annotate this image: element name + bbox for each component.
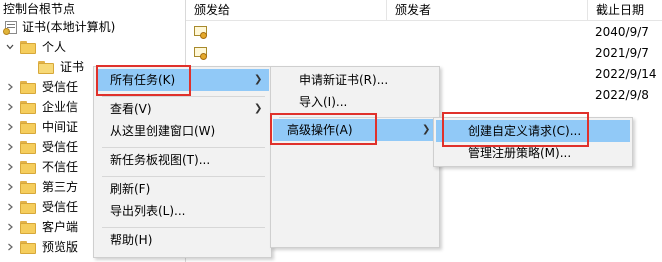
- expiration-date: 2040/9/7: [595, 25, 649, 39]
- tree-item-certificates-label: 证书: [60, 60, 85, 74]
- menu-separator: [102, 176, 265, 177]
- table-row[interactable]: 2021/9/7: [186, 43, 662, 64]
- folder-icon: [20, 41, 36, 54]
- folder-icon: [20, 161, 36, 174]
- expiration-date: 2022/9/14: [595, 67, 657, 81]
- menu-item-create-custom-request[interactable]: 创建自定义请求(C)...: [436, 120, 630, 142]
- submenu-arrow-icon: ❯: [254, 103, 263, 114]
- menu-item-label: 高级操作(A): [287, 123, 353, 137]
- menu-item-label: 创建自定义请求(C)...: [468, 124, 582, 138]
- menu-separator: [102, 147, 265, 148]
- menu-item-import[interactable]: 导入(I)...: [273, 91, 437, 113]
- menu-item-export-list[interactable]: 导出列表(L)...: [96, 200, 269, 222]
- chevron-right-icon[interactable]: [6, 223, 14, 231]
- all-tasks-submenu: 申请新证书(R)... 导入(I)... 高级操作(A) ❯: [270, 66, 440, 248]
- chevron-right-icon[interactable]: [6, 103, 14, 111]
- menu-item-manage-enrollment-policies[interactable]: 管理注册策略(M)...: [436, 142, 630, 164]
- list-header: 颁发给 颁发者 截止日期: [186, 0, 662, 21]
- chevron-right-icon[interactable]: [6, 83, 14, 91]
- submenu-arrow-icon: ❯: [422, 124, 431, 135]
- tree-item-store-label: 受信任: [42, 140, 79, 154]
- expiration-date: 2021/9/7: [595, 46, 649, 60]
- menu-item-label: 申请新证书(R)...: [299, 73, 389, 87]
- folder-icon: [20, 81, 36, 94]
- tree-item-store-label: 受信任: [42, 80, 79, 94]
- menu-item-label: 所有任务(K): [110, 73, 176, 87]
- menu-item-label: 新任务板视图(T)...: [110, 153, 211, 167]
- advanced-operations-submenu: 创建自定义请求(C)... 管理注册策略(M)...: [433, 117, 633, 167]
- chevron-right-icon[interactable]: [6, 123, 14, 131]
- tree-item-personal[interactable]: 个人: [0, 38, 185, 57]
- menu-item-advanced-operations[interactable]: 高级操作(A) ❯: [273, 119, 437, 141]
- menu-separator: [102, 227, 265, 228]
- table-row[interactable]: 2040/9/7: [186, 22, 662, 43]
- chevron-right-icon[interactable]: [6, 203, 14, 211]
- menu-item-label: 刷新(F): [110, 182, 151, 196]
- chevron-right-icon[interactable]: [6, 143, 14, 151]
- menu-item-label: 查看(V): [110, 102, 152, 116]
- context-menu: 所有任务(K) ❯ 查看(V) ❯ 从这里创建窗口(W) 新任务板视图(T)..…: [93, 66, 272, 258]
- tree-item-store-label: 客户端: [42, 220, 79, 234]
- menu-item-refresh[interactable]: 刷新(F): [96, 178, 269, 200]
- folder-icon: [20, 241, 36, 254]
- column-header-expiration[interactable]: 截止日期: [588, 0, 662, 21]
- menu-item-label: 从这里创建窗口(W): [110, 124, 216, 138]
- menu-item-help[interactable]: 帮助(H): [96, 229, 269, 251]
- folder-open-icon: [38, 61, 54, 74]
- menu-item-view[interactable]: 查看(V) ❯: [96, 98, 269, 120]
- tree-item-store-label: 中间证: [42, 120, 79, 134]
- submenu-arrow-icon: ❯: [254, 74, 263, 85]
- folder-icon: [20, 121, 36, 134]
- chevron-down-icon[interactable]: [6, 43, 14, 51]
- folder-icon: [20, 101, 36, 114]
- menu-item-label: 帮助(H): [110, 233, 153, 247]
- folder-icon: [20, 141, 36, 154]
- menu-item-label: 导入(I)...: [299, 95, 348, 109]
- menu-item-new-window[interactable]: 从这里创建窗口(W): [96, 120, 269, 142]
- certificate-store-icon: [3, 21, 19, 35]
- chevron-right-icon[interactable]: [6, 183, 14, 191]
- tree-item-personal-label: 个人: [42, 40, 67, 54]
- menu-separator: [102, 96, 265, 97]
- tree-item-root[interactable]: 证书(本地计算机): [0, 18, 185, 37]
- chevron-right-icon[interactable]: [6, 163, 14, 171]
- menu-item-all-tasks[interactable]: 所有任务(K) ❯: [96, 69, 269, 91]
- tree-item-store-label: 受信任: [42, 200, 79, 214]
- expiration-date: 2022/9/8: [595, 88, 649, 102]
- menu-separator: [279, 117, 433, 118]
- tree-item-store-label: 预览版: [42, 240, 79, 254]
- certificate-icon: [194, 26, 208, 39]
- folder-icon: [20, 181, 36, 194]
- chevron-right-icon[interactable]: [6, 243, 14, 251]
- tree-header: 控制台根节点: [3, 2, 76, 16]
- column-header-issued-to[interactable]: 颁发给: [186, 0, 386, 21]
- menu-item-new-taskpad[interactable]: 新任务板视图(T)...: [96, 149, 269, 171]
- tree-item-root-label: 证书(本地计算机): [22, 20, 116, 34]
- folder-icon: [20, 201, 36, 214]
- menu-item-request-new-certificate[interactable]: 申请新证书(R)...: [273, 69, 437, 91]
- menu-item-label: 导出列表(L)...: [110, 204, 186, 218]
- tree-item-store-label: 第三方: [42, 180, 79, 194]
- column-header-issued-by[interactable]: 颁发者: [387, 0, 587, 21]
- tree-item-store-label: 企业信: [42, 100, 79, 114]
- folder-icon: [20, 221, 36, 234]
- menu-item-label: 管理注册策略(M)...: [468, 146, 572, 160]
- certificate-icon: [194, 47, 208, 60]
- tree-item-store-label: 不信任: [42, 160, 79, 174]
